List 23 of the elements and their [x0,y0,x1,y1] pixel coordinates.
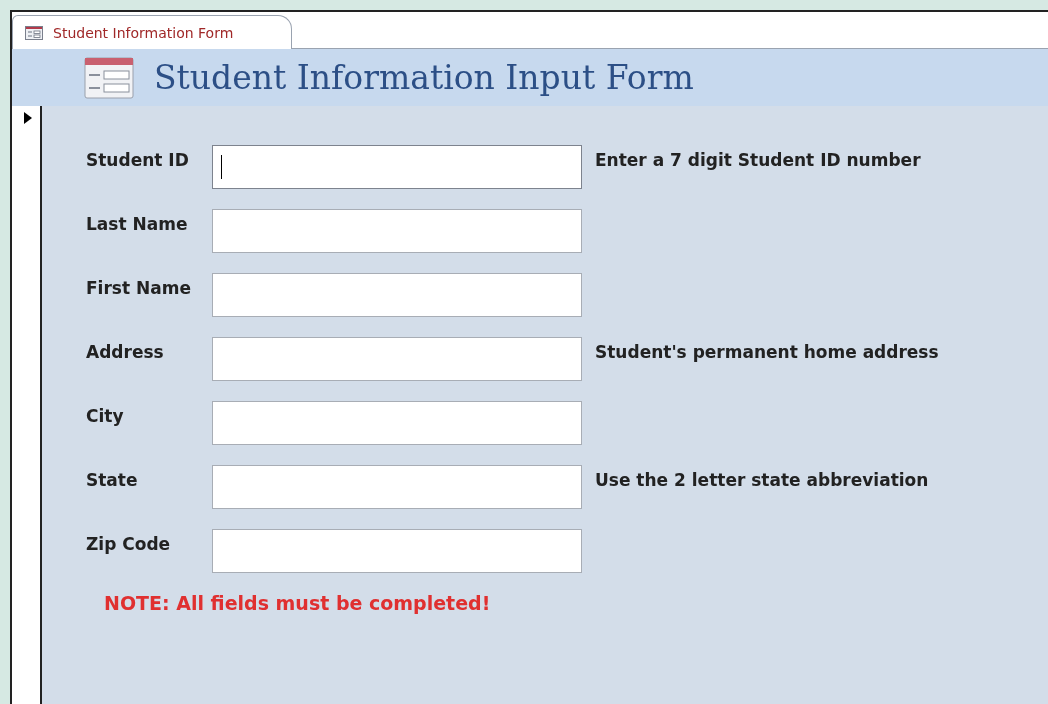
field-hint: Use the 2 letter state abbreviation [595,469,929,490]
form-title: Student Information Input Form [154,58,694,97]
field-hint: Enter a 7 digit Student ID number [595,149,921,170]
current-record-icon [24,112,32,124]
field-label: Address [86,341,165,362]
input-field[interactable] [212,529,582,573]
form-icon [84,56,134,99]
form-icon [25,25,43,40]
input-field[interactable] [212,145,582,189]
field-label: Zip Code [86,533,172,554]
field-label: First Name [86,277,192,298]
field-label: Student ID [86,149,190,170]
field-hint: Student's permanent home address [595,341,939,362]
field-label: State [86,469,139,490]
input-field[interactable] [212,209,582,253]
field-label: Last Name [86,213,189,234]
input-field[interactable] [212,337,582,381]
input-field[interactable] [212,465,582,509]
input-field[interactable] [212,273,582,317]
input-field[interactable] [212,401,582,445]
note-text: NOTE: All fields must be completed! [104,592,492,614]
field-label: City [86,405,125,426]
form-tab[interactable]: Student Information Form [12,15,292,49]
